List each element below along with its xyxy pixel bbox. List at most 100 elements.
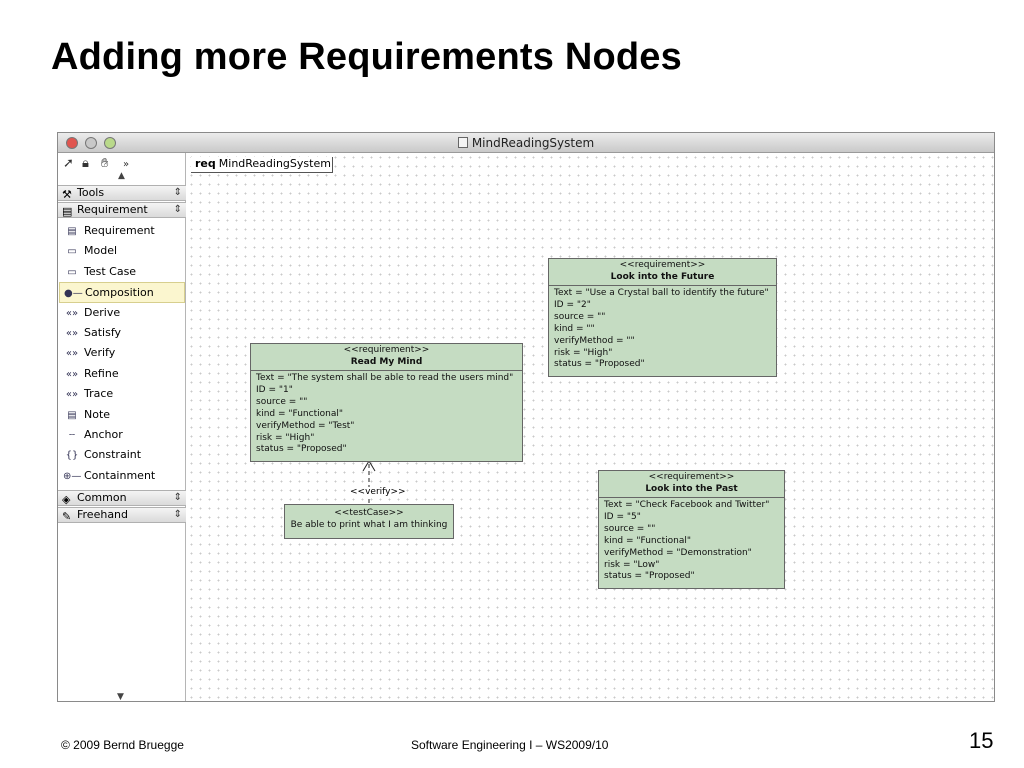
node-property: risk = "High" (554, 347, 613, 358)
pointer-icon[interactable]: ➚ (63, 156, 74, 171)
palette-item-note[interactable]: ▤ Note (59, 405, 185, 426)
node-property: Text = "Check Facebook and Twitter" (604, 500, 770, 510)
satisfy-icon: «» (65, 328, 79, 339)
section-common[interactable]: ◈ Common ⇕ (58, 490, 186, 506)
freehand-icon: ✎ (62, 510, 72, 523)
node-property: verifyMethod = "" (554, 335, 635, 346)
node-name: Look into the Future (610, 272, 715, 282)
containment-icon: ⊕— (63, 470, 82, 482)
palette-item-label: Requirement (84, 224, 155, 237)
more-icon[interactable]: » (123, 159, 129, 170)
anchor-icon: ┄ (68, 430, 76, 441)
palette-item-label: Composition (85, 286, 154, 300)
app-window: MindReadingSystem ➚ 🔒︎ ✋︎ » ▲ ⚒ Tools ⇕ ▤… (57, 132, 995, 702)
palette-item-label: Note (84, 407, 111, 421)
node-property: ID = "2" (554, 299, 591, 310)
section-toggle-icon[interactable]: ⇕ (174, 491, 182, 505)
node-property: verifyMethod = "Test" (256, 420, 355, 431)
scroll-up-icon[interactable]: ▲ (118, 171, 125, 181)
derive-icon: «» (65, 307, 79, 319)
palette-item-label: Anchor (84, 428, 123, 441)
node-property: Text = "Use a Crystal ball to identify t… (554, 288, 769, 298)
section-toggle-icon[interactable]: ⇕ (174, 203, 182, 217)
palette-item-label: Test Case (84, 264, 137, 278)
tools-icon: ⚒ (62, 188, 72, 201)
palette-item-trace[interactable]: «» Trace (59, 384, 185, 405)
node-properties: Text = "Check Facebook and Twitter" ID = … (599, 498, 784, 585)
section-toggle-icon[interactable]: ⇕ (174, 186, 182, 200)
node-stereotype: <<requirement>> (343, 345, 430, 355)
palette-item-label: Trace (84, 387, 114, 401)
note-icon: ▤ (67, 409, 77, 421)
palette-item-satisfy[interactable]: «» Satisfy (59, 323, 185, 344)
node-name: Read My Mind (350, 357, 423, 367)
requirement-icon: ▤ (67, 226, 77, 237)
palette-item-derive[interactable]: «» Derive (59, 303, 185, 324)
node-property: source = "" (554, 311, 606, 322)
hand-icon[interactable]: ✋︎ (101, 156, 108, 171)
composition-icon: ●— (64, 288, 83, 300)
palette-item-label: Constraint (84, 448, 142, 462)
document-icon (457, 137, 468, 148)
requirement-node-mind[interactable]: <<requirement>> Read My Mind Text = "The… (250, 343, 523, 462)
node-properties: Text = "The system shall be able to read… (251, 371, 522, 458)
test-case-icon: ▭ (67, 266, 77, 278)
node-stereotype: <<requirement>> (619, 260, 706, 270)
node-stereotype: <<testCase>> (334, 508, 404, 518)
palette-item-label: Derive (84, 305, 121, 319)
requirement-node-future[interactable]: <<requirement>> Look into the Future Tex… (548, 258, 777, 377)
testcase-text: Be able to print what I am thinking (290, 520, 448, 530)
verify-label: <<verify>> (350, 487, 406, 497)
common-icon: ◈ (62, 493, 71, 506)
node-property: kind = "" (554, 323, 595, 334)
section-toggle-icon[interactable]: ⇕ (174, 508, 182, 522)
node-property: kind = "Functional" (256, 408, 343, 419)
section-tools[interactable]: ⚒ Tools ⇕ (58, 185, 186, 201)
node-property: source = "" (256, 396, 308, 407)
node-property: risk = "Low" (604, 559, 660, 570)
footer-copyright: © 2009 Bernd Bruegge (61, 738, 184, 752)
node-property: ID = "1" (256, 384, 293, 395)
node-property: status = "Proposed" (604, 571, 695, 582)
testcase-node[interactable]: <<testCase>> Be able to print what I am … (284, 504, 454, 539)
page-number: 15 (969, 728, 994, 753)
refine-icon: «» (65, 368, 79, 380)
palette-item-test-case[interactable]: ▭ Test Case (59, 262, 185, 283)
palette-item-label: Refine (84, 366, 119, 380)
palette-item-requirement[interactable]: ▤ Requirement (59, 221, 185, 242)
node-property: ID = "5" (604, 511, 641, 522)
window-titlebar: MindReadingSystem (58, 133, 994, 153)
requirement-node-past[interactable]: <<requirement>> Look into the Past Text … (598, 470, 785, 589)
tool-palette: ➚ 🔒︎ ✋︎ » ▲ ⚒ Tools ⇕ ▤ Requirement ⇕ ▤ Req… (58, 153, 186, 701)
palette-item-containment[interactable]: ⊕— Containment (59, 466, 185, 487)
node-property: Text = "The system shall be able to read… (256, 373, 514, 383)
constraint-icon: {} (65, 450, 79, 462)
node-property: verifyMethod = "Demonstration" (604, 547, 752, 558)
scroll-down-icon[interactable]: ▼ (117, 692, 124, 701)
palette-toolbar: ➚ 🔒︎ ✋︎ » ▲ (58, 153, 186, 185)
model-icon: ▭ (67, 246, 77, 258)
palette-item-verify[interactable]: «» Verify (59, 343, 185, 364)
palette-item-model[interactable]: ▭ Model (59, 241, 185, 262)
node-property: risk = "High" (256, 432, 315, 443)
node-property: status = "Proposed" (256, 444, 347, 455)
trace-icon: «» (65, 389, 79, 401)
node-property: status = "Proposed" (554, 359, 645, 370)
palette-item-label: Containment (84, 468, 156, 482)
verify-icon: «» (65, 348, 79, 360)
palette-item-label: Satisfy (84, 326, 122, 339)
window-title: MindReadingSystem (58, 136, 994, 150)
palette-item-label: Verify (84, 346, 116, 360)
node-properties: Text = "Use a Crystal ball to identify t… (549, 286, 776, 373)
section-requirement[interactable]: ▤ Requirement ⇕ (58, 202, 186, 218)
footer-course: Software Engineering I – WS2009/10 (411, 738, 609, 752)
palette-item-composition[interactable]: ●— Composition (59, 282, 185, 304)
diagram-canvas[interactable]: req MindReadingSystem <<verify>> <<requir… (187, 153, 994, 701)
section-freehand[interactable]: ✎ Freehand ⇕ (58, 507, 186, 523)
slide-title: Adding more Requirements Nodes (51, 36, 682, 78)
palette-item-anchor[interactable]: ┄ Anchor (59, 425, 185, 446)
node-name: Look into the Past (645, 484, 738, 494)
lock-icon[interactable]: 🔒︎ (82, 156, 89, 171)
palette-item-refine[interactable]: «» Refine (59, 364, 185, 385)
palette-item-constraint[interactable]: {} Constraint (59, 445, 185, 466)
